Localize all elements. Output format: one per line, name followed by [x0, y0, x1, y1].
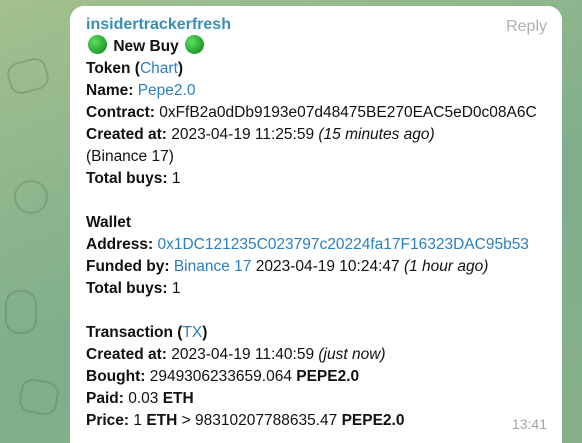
address-label: Address: [86, 236, 154, 253]
paren: ) [202, 324, 208, 341]
tx-created-value: 2023-04-19 11:40:59 [171, 346, 315, 363]
paid-symbol: ETH [162, 390, 194, 407]
message-header: New Buy [86, 35, 552, 58]
background-doodle [5, 290, 37, 334]
total-buys-value: 1 [171, 170, 181, 187]
bought-row: Bought: 2949306233659.064 PEPE2.0 [86, 366, 552, 388]
green-circle-icon [88, 35, 107, 54]
green-circle-icon [185, 35, 205, 54]
wallet-address-link[interactable]: 0x1DC121235C023797c20224fa17F16323DAC95b… [158, 236, 529, 253]
token-created-row: Created at: 2023-04-19 11:25:59 (15 minu… [86, 124, 552, 146]
price-row: Price: 1 ETH > 98310207788635.47 PEPE2.0 [86, 410, 552, 432]
bought-label: Bought: [86, 368, 146, 385]
wallet-heading: Wallet [86, 214, 132, 231]
token-heading: Token (Chart) [86, 58, 552, 80]
contract-row: Contract: 0xFfB2a0dDb9193e07d48475BE270E… [86, 102, 552, 124]
wallet-address-row: Address: 0x1DC121235C023797c20224fa17F16… [86, 234, 552, 256]
funded-time: 2023-04-19 10:24:47 [255, 258, 400, 275]
token-label: Token [86, 60, 131, 77]
background-doodle [17, 376, 61, 418]
paid-label: Paid: [86, 390, 124, 407]
token-name-row: Name: Pepe2.0 [86, 80, 552, 102]
price-label: Price: [86, 412, 130, 429]
transaction-label: Transaction [86, 324, 173, 341]
transaction-heading: Transaction (TX) [86, 322, 552, 344]
funded-row: Funded by: Binance 17 2023-04-19 10:24:4… [86, 256, 552, 278]
created-label: Created at: [86, 126, 167, 143]
token-name-link[interactable]: Pepe2.0 [138, 82, 196, 99]
sender-name[interactable]: insidertrackerfresh [86, 15, 552, 35]
price-amount: 98310207788635.47 [195, 412, 338, 429]
total-buys-label: Total buys: [86, 170, 168, 187]
message-bubble[interactable]: insidertrackerfresh Reply New Buy Token … [70, 6, 562, 443]
header-title: New Buy [113, 38, 179, 55]
paid-amount: 0.03 [128, 390, 159, 407]
price-arrow: > [181, 412, 191, 429]
name-label: Name: [86, 82, 134, 99]
paren: ) [177, 60, 184, 77]
wallet-total-buys-row: Total buys: 1 [86, 278, 552, 300]
tx-created-relative: (just now) [318, 346, 386, 363]
tx-link[interactable]: TX [182, 324, 202, 341]
total-buys-label: Total buys: [86, 280, 168, 297]
contract-value: 0xFfB2a0dDb9193e07d48475BE270EAC5eD0c08A… [159, 104, 537, 121]
bought-symbol: PEPE2.0 [296, 368, 360, 385]
created-value: 2023-04-19 11:25:59 [171, 126, 315, 143]
paren: ( [130, 60, 140, 77]
token-source: (Binance 17) [86, 148, 174, 165]
contract-label: Contract: [86, 104, 155, 121]
message-timestamp: 13:41 [511, 416, 547, 432]
created-label: Created at: [86, 346, 167, 363]
created-relative: (15 minutes ago) [318, 126, 435, 143]
price-symbol: PEPE2.0 [341, 412, 405, 429]
tx-created-row: Created at: 2023-04-19 11:40:59 (just no… [86, 344, 552, 366]
background-doodle [4, 55, 52, 97]
chart-link[interactable]: Chart [140, 60, 178, 77]
background-doodle [14, 180, 48, 214]
funded-by-link[interactable]: Binance 17 [174, 258, 252, 275]
price-eth: ETH [146, 412, 178, 429]
price-one: 1 [133, 412, 143, 429]
total-buys-value: 1 [171, 280, 181, 297]
funded-label: Funded by: [86, 258, 170, 275]
token-total-buys-row: Total buys: 1 [86, 168, 552, 190]
bought-amount: 2949306233659.064 [149, 368, 292, 385]
paid-row: Paid: 0.03 ETH [86, 388, 552, 410]
reply-button[interactable]: Reply [506, 16, 547, 38]
funded-relative: (1 hour ago) [403, 258, 489, 275]
